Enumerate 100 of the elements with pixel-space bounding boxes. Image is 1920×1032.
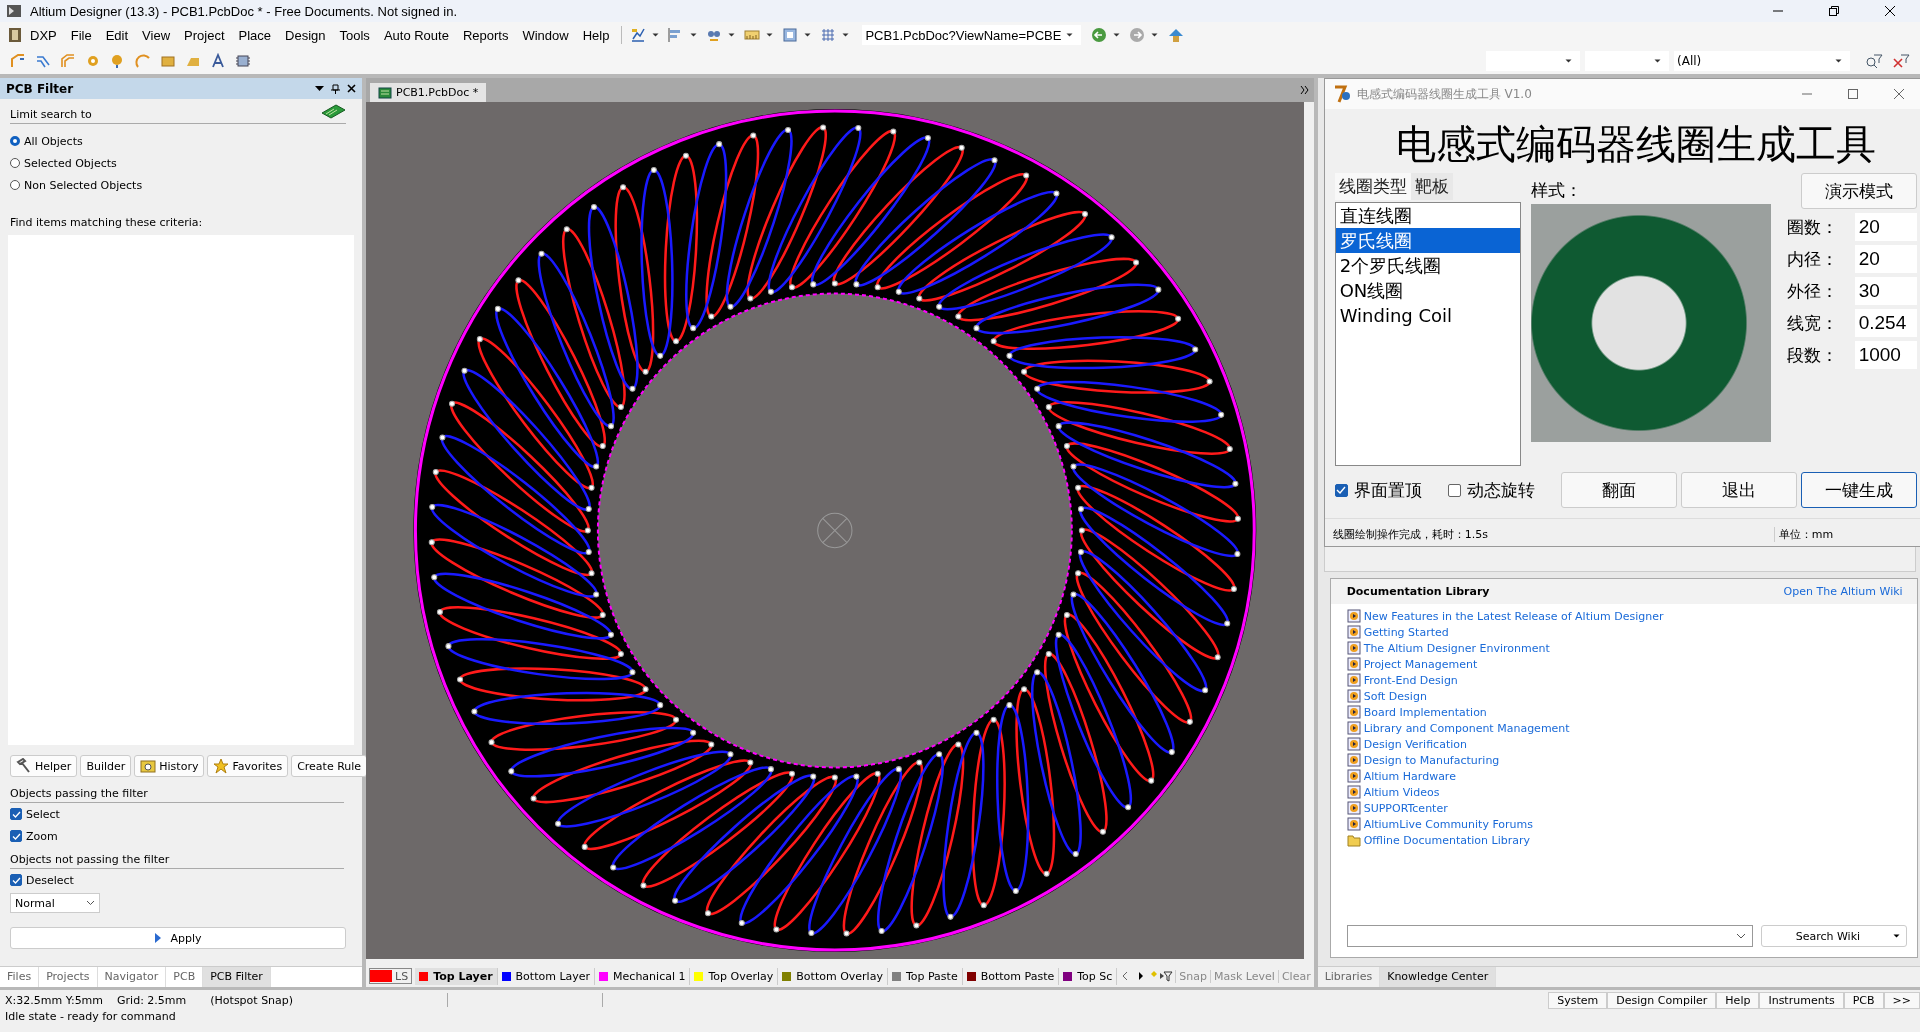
coil-type-list[interactable]: 直连线圈 罗氏线圈 2个罗氏线圈 ON线圈 Winding Coil <box>1334 202 1521 466</box>
button[interactable]: 退出 <box>1680 472 1797 508</box>
layer-tab[interactable]: Bottom Overlay <box>778 967 888 985</box>
close-icon[interactable] <box>1884 5 1896 17</box>
list-item[interactable]: 2个罗氏线圈 <box>1335 253 1520 278</box>
menu-item[interactable]: Help <box>576 25 616 45</box>
menu-item[interactable]: Window <box>516 25 575 45</box>
dxp-logo-icon[interactable] <box>8 27 22 43</box>
menu-item[interactable]: Project <box>178 25 231 45</box>
checkbox[interactable] <box>10 830 22 842</box>
grid-icon[interactable] <box>820 27 837 43</box>
diff-pair-icon[interactable] <box>35 53 51 69</box>
caret-icon[interactable] <box>842 33 850 37</box>
caret-icon[interactable] <box>1654 59 1661 63</box>
menu-item[interactable]: Auto Route <box>377 25 455 45</box>
caret-icon[interactable] <box>1066 33 1074 37</box>
apply-button[interactable]: Apply <box>10 927 346 949</box>
fill-icon[interactable] <box>160 53 176 69</box>
caret-icon[interactable] <box>652 33 660 37</box>
checkbox[interactable] <box>10 874 22 886</box>
radio-button[interactable] <box>10 180 20 190</box>
button[interactable]: 翻面 <box>1560 472 1677 508</box>
documentation-link[interactable]: Offline Documentation Library <box>1363 833 1530 847</box>
documentation-link[interactable]: AltiumLive Community Forums <box>1363 817 1534 831</box>
radio-button[interactable] <box>10 136 20 146</box>
list-item[interactable]: ON线圈 <box>1335 278 1520 303</box>
list-item[interactable]: Winding Coil <box>1335 303 1520 328</box>
tab[interactable]: 线圈类型 <box>1334 173 1411 200</box>
current-layer-indicator[interactable]: LS <box>369 968 413 984</box>
menu-item[interactable]: View <box>136 25 177 45</box>
documentation-link[interactable]: Altium Videos <box>1363 785 1440 799</box>
tab[interactable]: 靶板 <box>1410 173 1453 200</box>
caret-icon[interactable] <box>1565 59 1572 63</box>
layer-tab[interactable]: Top Layer <box>415 967 498 985</box>
layer-tab[interactable]: Bottom Paste <box>962 967 1060 985</box>
layer-tab[interactable]: Top Overlay <box>690 967 779 985</box>
status-bar-button[interactable]: Design Compiler <box>1607 991 1717 1009</box>
mode-dropdown[interactable]: Normal <box>10 893 100 913</box>
menu-item[interactable]: File <box>64 25 98 45</box>
menu-item[interactable]: DXP <box>24 25 63 45</box>
double-chevron-icon[interactable] <box>1299 85 1310 95</box>
caret-icon[interactable] <box>766 33 774 37</box>
documentation-link[interactable]: Project Management <box>1363 657 1478 671</box>
input-field[interactable]: 20 <box>1854 245 1917 273</box>
input-field[interactable]: 20 <box>1854 213 1917 241</box>
list-item[interactable]: 直连线圈 <box>1335 203 1520 228</box>
filter-search-icon[interactable] <box>1865 53 1883 69</box>
pin-icon[interactable] <box>331 83 340 94</box>
status-bar-button[interactable]: Instruments <box>1759 991 1844 1009</box>
window-icon[interactable] <box>782 27 799 43</box>
panel-tab[interactable]: Knowledge Center <box>1380 967 1497 987</box>
caret-icon[interactable] <box>1113 33 1121 37</box>
layer-tab[interactable]: Bottom Layer <box>497 967 596 985</box>
list-item[interactable]: 罗氏线圈 <box>1335 228 1520 253</box>
documentation-link[interactable]: Library and Component Management <box>1363 721 1570 735</box>
dropdown-arrow-icon[interactable] <box>315 85 324 92</box>
checkbox[interactable] <box>1447 483 1461 497</box>
menu-item[interactable]: Design <box>279 25 332 45</box>
checkbox[interactable] <box>1334 483 1348 497</box>
home-icon[interactable] <box>1167 27 1186 43</box>
documentation-link[interactable]: Design to Manufacturing <box>1363 753 1500 767</box>
documentation-link[interactable]: Front-End Design <box>1363 673 1458 687</box>
input-field[interactable]: 0.254 <box>1854 309 1917 337</box>
button[interactable]: 一键生成 <box>1800 472 1917 508</box>
documentation-link[interactable]: Board Implementation <box>1363 705 1487 719</box>
wiki-link[interactable]: Open The Altium Wiki <box>1783 585 1903 598</box>
radio-button[interactable] <box>10 158 20 168</box>
input-field[interactable]: 30 <box>1854 277 1917 305</box>
documentation-link[interactable]: Altium Hardware <box>1363 769 1456 783</box>
panel-tab[interactable]: PCB Filter <box>203 967 271 987</box>
close-icon[interactable] <box>347 84 356 93</box>
menu-item[interactable]: Place <box>232 25 278 45</box>
caret-icon[interactable] <box>804 33 812 37</box>
documentation-link[interactable]: New Features in the Latest Release of Altium Designer <box>1363 609 1664 623</box>
layer-tab[interactable]: Top Sc <box>1059 967 1118 985</box>
menu-item[interactable]: Tools <box>333 25 376 45</box>
caret-icon[interactable] <box>1835 59 1842 63</box>
input-field[interactable]: 1000 <box>1854 341 1917 369</box>
menu-item[interactable]: Reports <box>456 25 515 45</box>
document-tab[interactable]: PCB1.PcbDoc * <box>370 83 487 102</box>
maximize-icon[interactable] <box>1828 5 1840 17</box>
documentation-link[interactable]: Soft Design <box>1363 689 1427 703</box>
documentation-link[interactable]: The Altium Designer Environment <box>1363 641 1550 655</box>
view-combo[interactable]: PCB1.PcbDoc?ViewName=PCBE <box>862 25 1082 45</box>
ruler-icon[interactable] <box>744 27 761 43</box>
filter-combo[interactable]: (All) <box>1674 51 1850 71</box>
caret-icon[interactable] <box>1151 33 1159 37</box>
status-bar-button[interactable]: Help <box>1716 991 1760 1009</box>
caret-icon[interactable] <box>690 33 698 37</box>
search-wiki-button[interactable]: Search Wiki <box>1760 925 1907 947</box>
layer-tab[interactable]: Mechanical 1 <box>595 967 691 985</box>
caret-icon[interactable] <box>728 33 736 37</box>
filter-button[interactable]: Create Rule <box>291 755 368 777</box>
checkbox[interactable] <box>10 808 22 820</box>
filter-button[interactable]: Builder <box>80 755 132 777</box>
text-icon[interactable] <box>210 53 226 69</box>
documentation-link[interactable]: Getting Started <box>1363 625 1449 639</box>
demo-mode-button[interactable]: 演示模式 <box>1800 173 1917 209</box>
documentation-link[interactable]: Design Verification <box>1363 737 1467 751</box>
status-bar-button[interactable]: >> <box>1883 991 1920 1009</box>
